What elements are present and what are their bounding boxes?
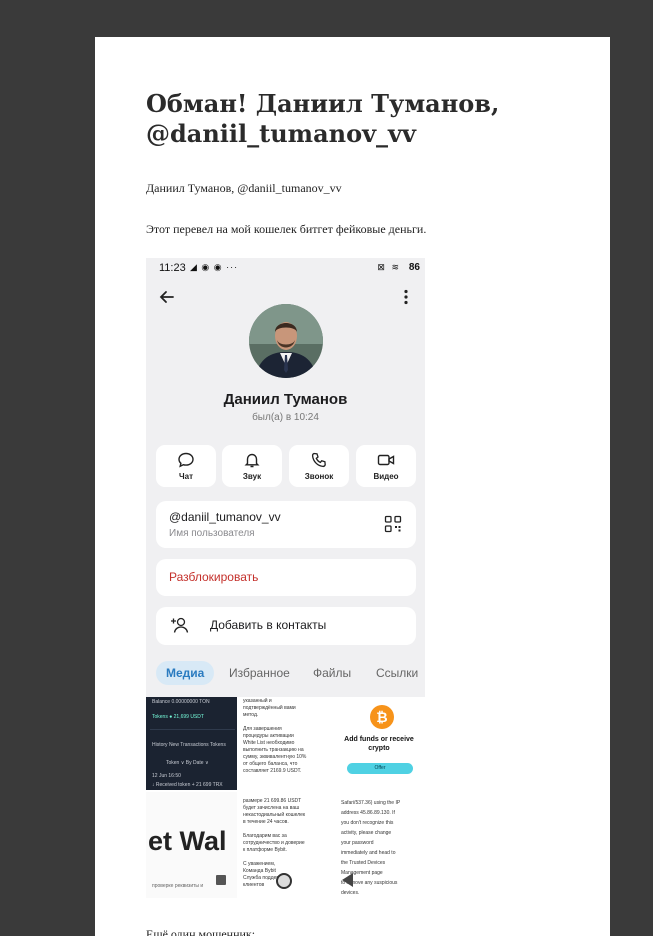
android-nav-bar bbox=[146, 868, 425, 898]
embedded-screenshot: 11:23 ◢ ◉ ◉ ··· ⊠ ≋ 86 Даниил Туманов бы… bbox=[146, 258, 425, 898]
media-tabs: Медиа Избранное Файлы Ссылки bbox=[156, 661, 425, 685]
username-label: Имя пользователя bbox=[169, 528, 255, 539]
description: Этот перевел на мой кошелек битгет фейко… bbox=[146, 222, 427, 236]
add-contact-card[interactable]: Добавить в контакты bbox=[156, 607, 416, 645]
message-line: процедуры активации bbox=[243, 733, 294, 739]
wallet-balance-line: Balance 0.00000000 TON bbox=[152, 699, 210, 705]
message-line: сумму, эквивалентную 10% bbox=[243, 754, 307, 760]
wallet-received-line: ↓ Received token + 21 699 TRX bbox=[152, 782, 223, 788]
video-icon bbox=[377, 454, 395, 466]
sound-button[interactable]: Звук bbox=[222, 445, 282, 487]
qr-code-icon[interactable] bbox=[384, 515, 402, 533]
unblock-button[interactable]: Разблокировать bbox=[169, 570, 258, 584]
email-line: your password bbox=[341, 840, 374, 846]
call-button[interactable]: Звонок bbox=[289, 445, 349, 487]
wallet-filter-line: Token ∨ By Date ∨ bbox=[166, 760, 209, 766]
wallet-tokens-line: Tokens ● 21,699 USDT bbox=[152, 714, 204, 720]
notification-icons: ◢ ◉ ◉ ··· bbox=[190, 262, 239, 272]
message-line: от общего баланса, что bbox=[243, 761, 298, 767]
bybit-line: сотрудничество и доверие bbox=[243, 840, 305, 846]
email-line: activity, please change bbox=[341, 830, 392, 836]
bitcoin-icon: ₿ bbox=[370, 705, 394, 729]
more-options-icon[interactable] bbox=[397, 288, 415, 306]
message-line: указанный и bbox=[243, 698, 272, 704]
bybit-line bbox=[243, 854, 305, 861]
message-line: выполнить транзакцию на bbox=[243, 747, 304, 753]
page-title: Обман! Даниил Туманов, @daniil_tumanov_v… bbox=[146, 89, 500, 148]
last-seen: был(а) в 10:24 bbox=[252, 412, 319, 423]
wallet-logo-text: et Wal bbox=[148, 826, 227, 856]
battery-level: 86 bbox=[408, 262, 420, 273]
document-page: Обман! Даниил Туманов, @daniil_tumanov_v… bbox=[95, 37, 610, 936]
add-contact-label: Добавить в контакты bbox=[210, 618, 327, 632]
home-icon[interactable] bbox=[276, 873, 292, 889]
contact-name: Даниил Туманов bbox=[223, 391, 348, 408]
message-line: подтверждённый вами bbox=[243, 705, 296, 711]
email-line: address 45.86.89.130. If bbox=[341, 810, 395, 816]
bybit-line: в течение 24 часов. bbox=[243, 819, 289, 825]
message-line: составляет 2169.9 USDT. bbox=[243, 768, 302, 774]
action-row: Чат Звук Звонок Видео bbox=[156, 445, 416, 487]
chat-button[interactable]: Чат bbox=[156, 445, 216, 487]
bybit-line: к платформе Bybit. bbox=[243, 847, 287, 853]
video-button[interactable]: Видео bbox=[356, 445, 416, 487]
bybit-line: некастодиальный кошелек bbox=[243, 812, 306, 818]
tab-favorites[interactable]: Избранное bbox=[229, 661, 290, 685]
bybit-line: Благодарим вас за bbox=[243, 833, 287, 839]
message-line: Для завершения bbox=[243, 726, 282, 732]
media-thumb-wallet[interactable]: Balance 0.00000000 TON Tokens ● 21,699 U… bbox=[146, 697, 237, 790]
bybit-line bbox=[243, 826, 305, 833]
unblock-card[interactable]: Разблокировать bbox=[156, 559, 416, 596]
back-triangle-icon[interactable] bbox=[342, 873, 353, 887]
bybit-line: размере 21 699.86 USDT bbox=[243, 798, 302, 804]
chat-icon bbox=[178, 452, 194, 468]
bybit-line: С уважением, bbox=[243, 861, 276, 867]
add-funds-title: Add funds or receive crypto bbox=[344, 736, 414, 752]
media-thumb-funds[interactable]: ₿ Add funds or receive crypto Offer bbox=[333, 697, 425, 790]
add-user-icon bbox=[171, 617, 189, 633]
signal-icons: ⊠ ≋ bbox=[377, 262, 401, 272]
email-line: Safari/537.36) using the IP bbox=[341, 800, 401, 806]
recents-icon[interactable] bbox=[216, 875, 226, 885]
back-arrow-icon[interactable] bbox=[158, 288, 176, 306]
tab-files[interactable]: Файлы bbox=[313, 661, 351, 685]
tab-media[interactable]: Медиа bbox=[156, 661, 215, 685]
status-bar: 11:23 ◢ ◉ ◉ ··· ⊠ ≋ 86 bbox=[146, 258, 425, 280]
message-line: White List необходимо bbox=[243, 740, 295, 746]
message-line bbox=[243, 719, 306, 726]
call-label: Звонок bbox=[304, 472, 334, 481]
avatar bbox=[249, 304, 323, 378]
media-thumb-message[interactable]: указанный и подтверждённый вами метод. Д… bbox=[239, 697, 331, 790]
username: @daniil_tumanov_vv bbox=[169, 510, 281, 524]
email-line: you don't recognize this bbox=[341, 820, 394, 826]
phone-icon bbox=[311, 452, 326, 468]
video-label: Видео bbox=[373, 472, 399, 481]
offer-button: Offer bbox=[347, 763, 413, 774]
sound-label: Звук bbox=[242, 472, 262, 481]
wallet-history-line: History New Transactions Tokens bbox=[152, 742, 226, 748]
chat-label: Чат bbox=[179, 472, 193, 481]
email-line: immediately and head to bbox=[341, 850, 396, 856]
bell-icon bbox=[244, 453, 260, 468]
bybit-line: будет зачислена на ваш bbox=[243, 805, 300, 811]
subtitle-line: Даниил Туманов, @daniil_tumanov_vv bbox=[146, 181, 342, 195]
message-text: указанный и подтверждённый вами метод. Д… bbox=[243, 698, 306, 775]
wallet-date-line: 12 Jun 16:50 bbox=[152, 773, 181, 779]
divider bbox=[150, 729, 235, 730]
email-line: the Trusted Devices bbox=[341, 860, 386, 866]
username-card[interactable]: @daniil_tumanov_vv Имя пользователя bbox=[156, 501, 416, 548]
next-line: Ещё один мошенник: bbox=[146, 927, 256, 936]
message-line: метод. bbox=[243, 712, 259, 718]
tab-links[interactable]: Ссылки bbox=[376, 661, 418, 685]
status-time: 11:23 bbox=[159, 262, 186, 274]
